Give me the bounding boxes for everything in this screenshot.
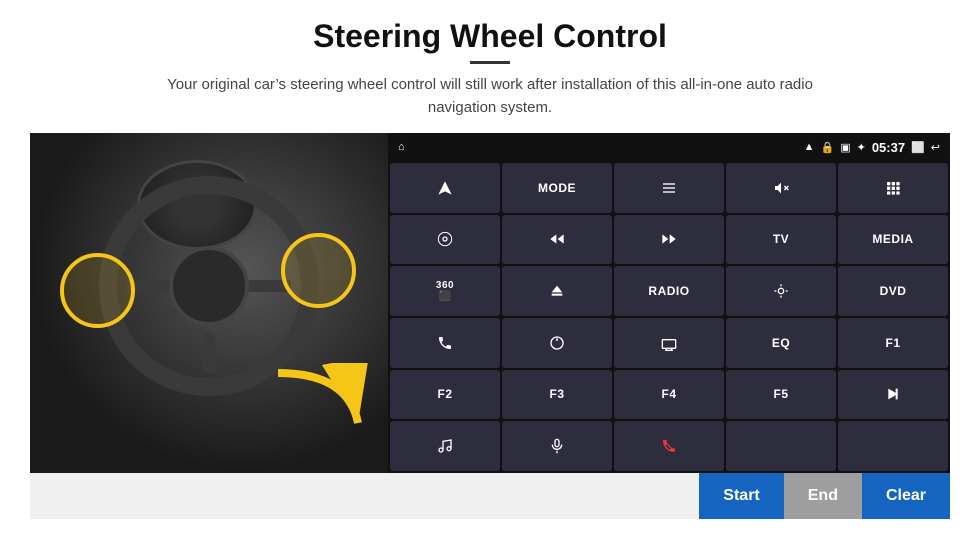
btn-f1[interactable]: F1 <box>838 318 948 368</box>
btn-tv[interactable]: TV <box>726 215 836 265</box>
btn-mute[interactable] <box>726 163 836 213</box>
btn-dvd[interactable]: DVD <box>838 266 948 316</box>
end-button[interactable]: End <box>784 473 862 519</box>
highlight-left <box>60 253 135 328</box>
start-button[interactable]: Start <box>699 473 783 519</box>
btn-phoneend[interactable] <box>614 421 724 471</box>
highlight-right <box>281 233 356 308</box>
btn-navigate[interactable] <box>390 163 500 213</box>
btn-nav-circle[interactable] <box>502 318 612 368</box>
home-icon: ⌂ <box>398 141 405 153</box>
title-divider <box>470 61 510 64</box>
status-time: 05:37 <box>872 140 905 155</box>
btn-radio[interactable]: RADIO <box>614 266 724 316</box>
btn-phone[interactable] <box>390 318 500 368</box>
status-left: ⌂ <box>398 141 405 153</box>
btn-playpause[interactable] <box>838 370 948 420</box>
btn-fastforward[interactable] <box>614 215 724 265</box>
btn-empty1[interactable] <box>726 421 836 471</box>
btn-settings[interactable] <box>390 215 500 265</box>
bottom-bar: Start End Clear <box>30 473 950 519</box>
btn-media[interactable]: MEDIA <box>838 215 948 265</box>
subtitle: Your original car’s steering wheel contr… <box>140 74 840 119</box>
status-right: ▲ 🔒 ▣ ✦ 05:37 ⬜ ↩ <box>804 140 940 155</box>
bluetooth-icon: ✦ <box>857 141 866 154</box>
button-grid: MODE TV <box>388 161 950 473</box>
btn-microphone[interactable] <box>502 421 612 471</box>
sim-icon: ▣ <box>840 141 850 154</box>
btn-f2[interactable]: F2 <box>390 370 500 420</box>
page-title: Steering Wheel Control <box>313 18 667 55</box>
back-icon: ↩ <box>931 141 940 154</box>
btn-mode[interactable]: MODE <box>502 163 612 213</box>
controls-panel: ⌂ ▲ 🔒 ▣ ✦ 05:37 ⬜ ↩ MODE <box>388 133 950 473</box>
status-bar: ⌂ ▲ 🔒 ▣ ✦ 05:37 ⬜ ↩ <box>388 133 950 161</box>
btn-empty2[interactable] <box>838 421 948 471</box>
btn-360[interactable]: 360⬛ <box>390 266 500 316</box>
btn-f5[interactable]: F5 <box>726 370 836 420</box>
btn-music[interactable] <box>390 421 500 471</box>
btn-list[interactable] <box>614 163 724 213</box>
mirror-icon: ⬜ <box>911 141 925 154</box>
wheel-center <box>169 246 249 326</box>
page-container: Steering Wheel Control Your original car… <box>0 0 980 544</box>
btn-rewind[interactable] <box>502 215 612 265</box>
wifi-icon: ▲ <box>804 141 815 153</box>
content-row: ⌂ ▲ 🔒 ▣ ✦ 05:37 ⬜ ↩ MODE <box>30 133 950 473</box>
btn-brightness[interactable] <box>726 266 836 316</box>
btn-apps[interactable] <box>838 163 948 213</box>
arrow-icon <box>268 363 368 443</box>
spoke-bottom <box>203 333 215 373</box>
steering-wheel-image <box>30 133 388 473</box>
btn-f4[interactable]: F4 <box>614 370 724 420</box>
btn-eq[interactable]: EQ <box>726 318 836 368</box>
lock-icon: 🔒 <box>821 141 835 154</box>
btn-f3[interactable]: F3 <box>502 370 612 420</box>
btn-eject[interactable] <box>502 266 612 316</box>
clear-button[interactable]: Clear <box>862 473 950 519</box>
btn-screen[interactable] <box>614 318 724 368</box>
